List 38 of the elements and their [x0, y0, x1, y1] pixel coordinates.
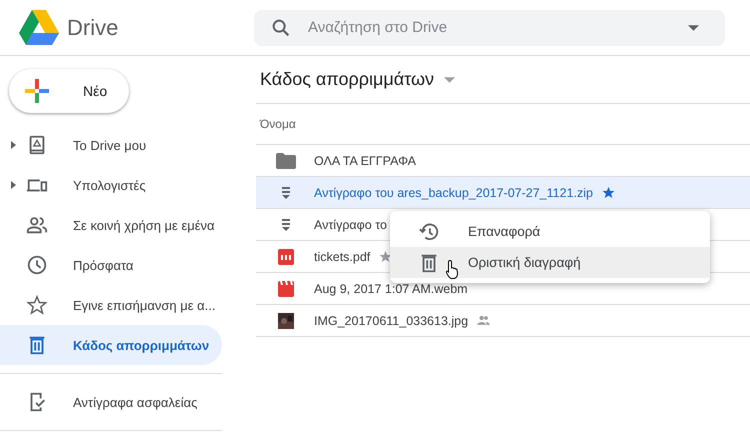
expand-arrow-icon[interactable] [10, 141, 16, 149]
file-name[interactable]: Αντίγραφο του ares_backup_2017-07-27_1121.zip [314, 186, 593, 200]
sidebar-item[interactable]: Υπολογιστές [0, 165, 222, 205]
clock-icon [26, 254, 48, 276]
folder-title[interactable]: Κάδος απορριμμάτων [260, 69, 434, 90]
sidebar-item[interactable]: Το Drive μου [0, 125, 222, 165]
sidebar-item[interactable]: Αντίγραφα ασφαλείας [0, 382, 222, 422]
drive-logo-icon [19, 10, 59, 46]
file-name[interactable]: IMG_20170611_033613.jpg [314, 314, 468, 328]
plus-icon [25, 79, 49, 103]
star-icon [26, 294, 48, 316]
sidebar-item[interactable]: Πρόσφατα [0, 245, 222, 285]
file-name[interactable]: Αντίγραφο το [314, 218, 387, 232]
app-name: Drive [67, 14, 118, 40]
people-icon [26, 214, 48, 236]
sidebar-item[interactable]: Εγινε επισήμανση με α... [0, 285, 222, 325]
sidebar-item[interactable]: Σε κοινή χρήση με εμένα [0, 205, 222, 245]
hand-pointer-icon [445, 259, 461, 279]
dropdown-caret-icon[interactable] [444, 76, 456, 82]
menu-item[interactable]: Οριστική διαγραφή [390, 247, 710, 278]
dropdown-caret-icon[interactable] [688, 24, 699, 30]
menu-item[interactable]: Επαναφορά [390, 216, 710, 247]
folder-icon [276, 152, 296, 168]
file-name[interactable]: ΟΛΑ ΤΑ ΕΓΓΡΑΦΑ [314, 154, 416, 168]
search-field[interactable]: Αναζήτηση στο Drive [306, 18, 688, 37]
expand-arrow-icon[interactable] [10, 181, 16, 189]
pdf-file-icon [276, 248, 296, 264]
restore-icon [418, 220, 440, 242]
file-name[interactable]: Aug 9, 2017 1:07 AM.webm [314, 282, 468, 296]
sidebar-item[interactable]: Κάδος απορριμμάτων [0, 325, 222, 365]
file-row[interactable]: IMG_20170611_033613.jpg [256, 305, 750, 337]
column-header[interactable]: Όνομα [260, 117, 296, 131]
search-icon [270, 16, 292, 38]
video-file-icon [276, 280, 296, 296]
search-bar[interactable]: Αναζήτηση στο Drive [254, 10, 725, 46]
file-name[interactable]: tickets.pdf [314, 250, 370, 264]
new-button[interactable]: Νέο [9, 69, 129, 113]
file-row[interactable]: Αντίγραφο του ares_backup_2017-07-27_1121.zip [256, 177, 750, 209]
